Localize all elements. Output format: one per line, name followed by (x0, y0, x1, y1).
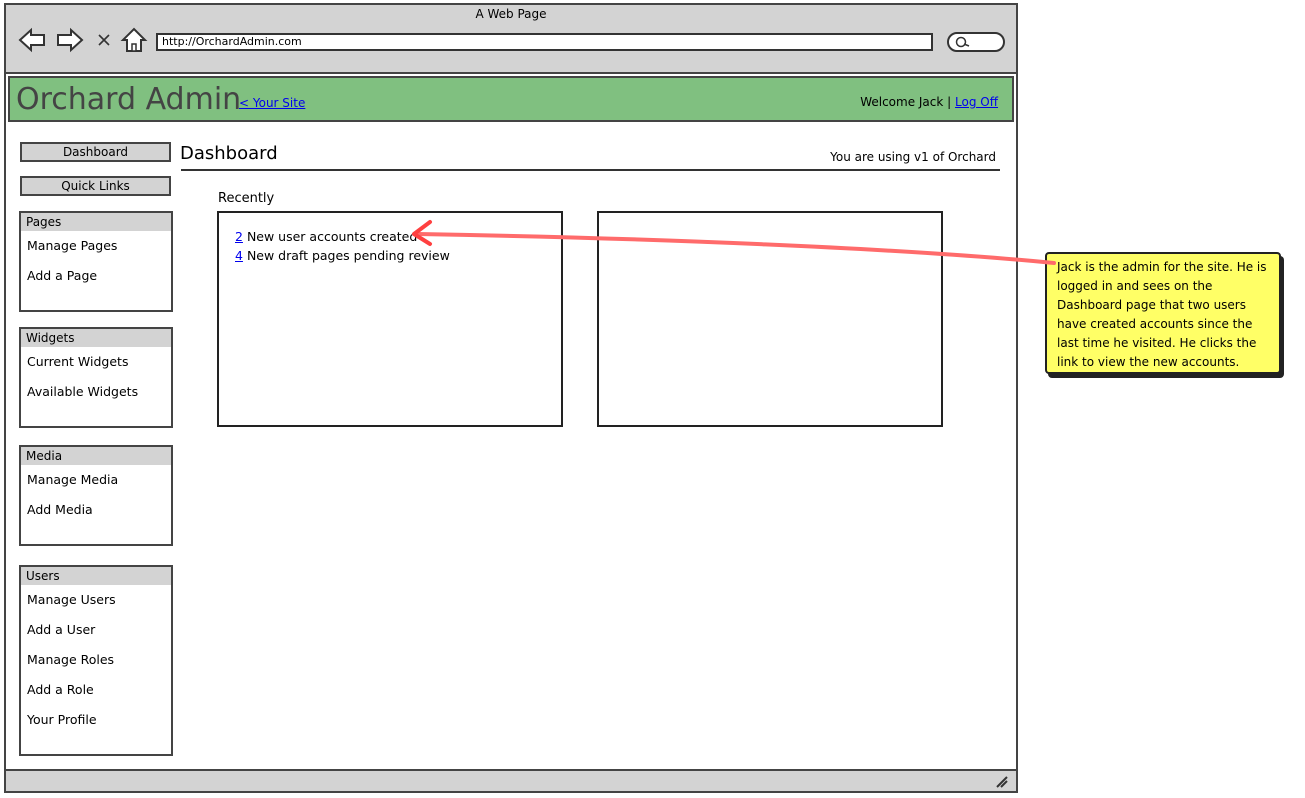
resize-grip-icon[interactable] (994, 774, 1008, 788)
site-logo: Orchard Admin (16, 82, 242, 117)
add-media-link[interactable]: Add Media (21, 495, 171, 525)
draft-pages-link[interactable]: 4 (235, 248, 243, 263)
empty-widget-box (597, 211, 943, 427)
your-site-link[interactable]: < Your Site (239, 96, 305, 110)
quick-links-button[interactable]: Quick Links (20, 176, 171, 196)
welcome-text: Welcome Jack | (860, 95, 952, 109)
admin-header: Orchard Admin < Your Site Welcome Jack |… (8, 76, 1014, 122)
recent-item: 2 New user accounts created (235, 229, 417, 244)
current-widgets-link[interactable]: Current Widgets (21, 347, 171, 377)
manage-media-link[interactable]: Manage Media (21, 465, 171, 495)
users-panel: Users Manage Users Add a User Manage Rol… (19, 565, 173, 756)
pages-panel: Pages Manage Pages Add a Page (19, 211, 173, 312)
page-title: Dashboard (180, 143, 278, 164)
recent-item: 4 New draft pages pending review (235, 248, 450, 263)
widgets-panel-title: Widgets (21, 329, 171, 347)
widgets-panel: Widgets Current Widgets Available Widget… (19, 327, 173, 428)
status-bar (6, 769, 1016, 791)
log-off-link[interactable]: Log Off (955, 95, 998, 109)
add-user-link[interactable]: Add a User (21, 615, 171, 645)
search-field[interactable] (947, 32, 1005, 52)
media-panel-title: Media (21, 447, 171, 465)
new-accounts-link[interactable]: 2 (235, 229, 243, 244)
title-divider (181, 169, 1000, 171)
manage-roles-link[interactable]: Manage Roles (21, 645, 171, 675)
version-text: You are using v1 of Orchard (830, 150, 996, 164)
users-panel-title: Users (21, 567, 171, 585)
home-icon[interactable] (120, 27, 148, 53)
back-icon[interactable] (18, 27, 46, 53)
media-panel: Media Manage Media Add Media (19, 445, 173, 546)
available-widgets-link[interactable]: Available Widgets (21, 377, 171, 407)
your-profile-link[interactable]: Your Profile (21, 705, 171, 735)
recently-label: Recently (218, 191, 275, 206)
recent-activity-box: 2 New user accounts created 4 New draft … (217, 211, 563, 427)
pages-panel-title: Pages (21, 213, 171, 231)
browser-chrome: A Web Page http://OrchardAdmin.com (6, 5, 1016, 74)
recent-item-text: New draft pages pending review (246, 248, 450, 263)
annotation-note: Jack is the admin for the site. He is lo… (1045, 252, 1281, 374)
address-bar[interactable]: http://OrchardAdmin.com (156, 33, 933, 51)
stop-icon[interactable] (96, 27, 112, 53)
welcome-area: Welcome Jack | Log Off (860, 95, 998, 109)
manage-users-link[interactable]: Manage Users (21, 585, 171, 615)
window-title: A Web Page (475, 7, 547, 21)
manage-pages-link[interactable]: Manage Pages (21, 231, 171, 261)
forward-icon[interactable] (56, 27, 84, 53)
recent-item-text: New user accounts created (246, 229, 418, 244)
dashboard-button[interactable]: Dashboard (20, 142, 171, 162)
add-role-link[interactable]: Add a Role (21, 675, 171, 705)
add-page-link[interactable]: Add a Page (21, 261, 171, 291)
browser-window: A Web Page http://OrchardAdmin.com Orcha… (4, 3, 1018, 793)
search-icon (955, 36, 970, 48)
